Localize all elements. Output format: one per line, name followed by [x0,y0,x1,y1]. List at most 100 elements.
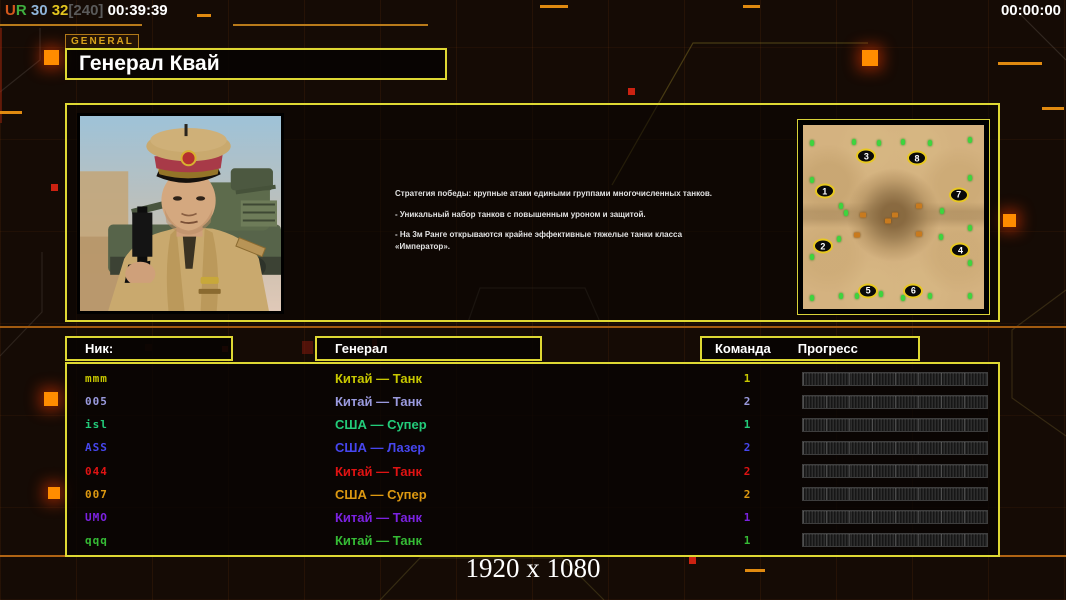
player-team: 1 [743,533,751,547]
map-spawn-point: 3 [856,148,877,164]
map-resource-green [839,202,843,209]
map-resource-green [878,291,883,298]
map-resource-green [927,140,932,147]
map-spawn-point: 6 [903,283,924,299]
player-general: Китай — Танк [335,371,422,387]
player-team: 1 [743,510,751,524]
player-general: Китай — Танк [335,463,422,479]
description-line: Стратегия победы: крупные атаки едиными … [395,189,712,198]
decor-square-orange [48,487,60,499]
map-resource-green [967,225,972,232]
map-spawn-point: 2 [812,238,833,254]
column-header-progress: Прогресс [797,341,858,356]
player-general: США — Супер [335,417,427,433]
map-resource-orange [915,203,922,209]
player-row: isl США — Супер 1 [67,415,998,435]
player-general: Китай — Танк [335,532,422,548]
map-resource-green [810,254,815,261]
map-spawn-point: 7 [948,187,969,203]
player-progress-bar [802,440,988,455]
player-general: США — Супер [335,486,427,502]
player-progress-bar [802,417,988,432]
decor-dash [998,62,1042,65]
map-resource-green [839,293,843,300]
map-resource-green [851,138,856,145]
map-resource-orange [885,218,892,224]
session-status-text: UR 30 32[240] 00:39:39 [5,2,168,19]
map-spawn-point: 4 [950,242,971,258]
decor-dash [197,14,211,17]
player-progress-bar [802,464,988,479]
column-header-team-progress: Команда Прогресс [700,336,920,361]
decor-square-orange [862,50,878,66]
page-title: Генерал Квай [65,48,447,80]
map-resource-green [810,177,815,184]
player-general: США — Лазер [335,440,426,456]
player-general: Китай — Танк [335,394,422,410]
general-kwai-portrait [77,113,284,314]
player-row: 005 Китай — Танк 2 [67,392,998,412]
column-header-team: Команда [715,341,771,356]
player-nick: mmm [85,372,108,386]
loading-screen: UR 30 32[240] 00:39:39 00:00:00 GENERAL … [0,0,1066,600]
decor-square-red [628,88,635,95]
status-part: 32 [47,2,69,19]
map-resource-green [810,140,815,147]
player-team: 2 [743,487,751,501]
player-nick: isl [85,418,108,432]
player-progress-bar [802,487,988,502]
map-resource-green [877,140,882,147]
map-resource-green [900,138,905,145]
description-line: - На 3м Ранге открываются крайне эффекти… [395,230,683,251]
decor-square-red [51,184,58,191]
column-header-nick: Ник: [65,336,233,361]
player-nick: 044 [85,464,108,478]
map-resource-green [940,208,945,215]
resolution-label: 1920 x 1080 [465,553,601,583]
player-nick: 005 [85,395,108,409]
map-resource-orange [854,232,861,238]
player-row: 044 Китай — Танк 2 [67,461,998,481]
player-team: 1 [743,372,751,386]
map-resource-orange [892,212,899,218]
decor-dash [0,111,22,114]
map-resource-green [844,210,849,217]
player-team: 1 [743,418,751,432]
decor-square-orange [1003,214,1016,227]
player-nick: ASS [85,441,108,455]
player-progress-bar [802,394,988,409]
player-team: 2 [743,395,751,409]
map-resource-green [938,234,943,241]
map-resource-green [967,136,972,143]
minimap: 1 2 3 4 5 6 7 8 [803,125,984,309]
status-part: 00:39:39 [103,2,168,19]
decor-square-orange [44,50,59,65]
map-spawn-point: 8 [907,150,928,166]
column-header-general: Генерал [315,336,542,361]
status-part: R [15,2,27,19]
player-row: 007 США — Супер 2 [67,484,998,504]
status-part: U [5,2,16,19]
player-progress-bar [802,371,988,386]
player-row: mmm Китай — Танк 1 [67,369,998,389]
player-nick: qqq [85,533,108,547]
player-row: UMO Китай — Танк 1 [67,507,998,527]
player-nick: 007 [85,487,108,501]
player-row: ASS США — Лазер 2 [67,438,998,458]
map-resource-green [837,236,842,243]
edge-accent-line [0,28,2,123]
status-part: 30 [26,2,48,19]
player-team: 2 [743,464,751,478]
status-part: [240] [68,2,104,19]
player-progress-bar [802,510,988,525]
match-clock: 00:00:00 [1000,2,1061,19]
map-resource-orange [915,231,922,237]
decor-square-orange [44,392,58,406]
player-progress-bar [802,533,988,548]
map-resource-green [967,175,972,182]
map-resource-green [810,294,815,301]
player-general: Китай — Танк [335,509,422,525]
player-row: qqq Китай — Танк 1 [67,530,998,550]
general-description: Стратегия победы: крупные атаки едиными … [395,188,725,261]
decor-dash [1042,107,1064,110]
